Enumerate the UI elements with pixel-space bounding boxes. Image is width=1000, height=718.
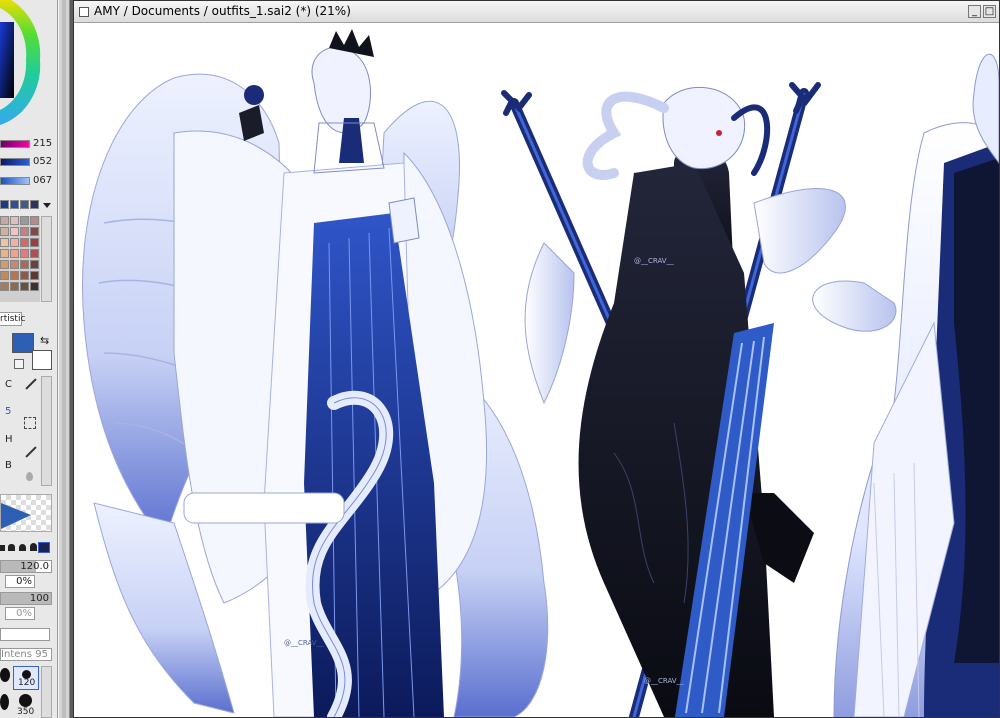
min-density-field[interactable]: 0% (5, 607, 35, 620)
brush-size-label: 350 (17, 707, 35, 717)
tool-scrollbar[interactable] (41, 376, 52, 486)
swatch[interactable] (20, 200, 29, 209)
blue-value[interactable]: 067 (33, 175, 52, 186)
brush-size-field[interactable]: 120.0 (0, 560, 52, 573)
swatch[interactable] (20, 271, 29, 280)
shortcut-key-5: 5 (5, 406, 12, 417)
eyedropper-icon[interactable] (25, 378, 37, 390)
brush-shape-preview (0, 494, 52, 532)
swatch[interactable] (10, 260, 19, 269)
watermark-text: @__CRAV__ (634, 257, 674, 265)
document-icon (79, 7, 89, 17)
transparent-color-icon[interactable] (14, 359, 24, 369)
swatch[interactable] (10, 249, 19, 258)
intensity-value: 95 (35, 649, 48, 660)
blue-slider[interactable] (0, 177, 30, 185)
swatch[interactable] (10, 227, 19, 236)
swatch[interactable] (20, 227, 29, 236)
swatch[interactable] (30, 260, 39, 269)
green-slider[interactable] (0, 158, 30, 166)
document-titlebar[interactable]: AMY / Documents / outfits_1.sai2 (*) (21… (74, 1, 999, 23)
swatch[interactable] (0, 227, 9, 236)
swatch-menu-arrow-icon[interactable] (43, 203, 51, 208)
green-value[interactable]: 052 (33, 156, 52, 167)
brush-size-scrollbar[interactable] (41, 666, 52, 718)
swatch-strip (0, 200, 40, 212)
brush-size-preset[interactable] (0, 694, 9, 710)
shortcut-key-c: C (5, 379, 12, 390)
brush-tip-shape[interactable] (0, 545, 5, 551)
swatch[interactable] (20, 238, 29, 247)
intensity-label: Intens (1, 649, 32, 660)
min-size-field[interactable]: 0% (5, 575, 35, 588)
swatch[interactable] (0, 282, 9, 291)
swatch-scrollbar[interactable] (41, 216, 52, 302)
document-window: AMY / Documents / outfits_1.sai2 (*) (21… (73, 0, 1000, 718)
tool-tab-label: rtistic (0, 314, 26, 324)
brush-size-preset[interactable] (0, 668, 10, 682)
swatch[interactable] (20, 282, 29, 291)
minimize-button[interactable]: _ (968, 5, 981, 18)
watermark-text: @__CRAV__ (644, 677, 684, 685)
swatch[interactable] (0, 216, 9, 225)
red-slider[interactable] (0, 140, 30, 148)
brush-tip-row (0, 541, 57, 555)
panel-splitter[interactable] (58, 0, 70, 718)
brush-tip-shape[interactable] (30, 543, 37, 551)
watermark-text: @__CRAV__ (284, 639, 324, 647)
swatch[interactable] (30, 238, 39, 247)
color-wheel[interactable] (0, 0, 57, 128)
swatch[interactable] (30, 249, 39, 258)
swatch[interactable] (30, 282, 39, 291)
swatch[interactable] (30, 216, 39, 225)
document-title: AMY / Documents / outfits_1.sai2 (*) (21… (94, 4, 351, 18)
maximize-button[interactable]: □ (983, 5, 996, 18)
swatch[interactable] (30, 271, 39, 280)
swatch[interactable] (0, 249, 9, 258)
left-tool-panel: 215 052 067 rtistic ⇆ C 5 H B 120.0 0% 1… (0, 0, 58, 718)
swatch-grid (0, 216, 40, 302)
shortcut-key-b: B (5, 460, 12, 471)
brush-size-dot (19, 694, 32, 707)
swatch[interactable] (10, 271, 19, 280)
primary-color-box[interactable] (12, 333, 34, 353)
brush-tip-shape-selected[interactable] (38, 542, 50, 553)
swatch[interactable] (0, 238, 9, 247)
red-value[interactable]: 215 (33, 138, 52, 149)
swatch[interactable] (20, 260, 29, 269)
swatch[interactable] (0, 260, 9, 269)
swatch[interactable] (20, 216, 29, 225)
canvas-area: AMY / Documents / outfits_1.sai2 (*) (21… (70, 0, 1000, 718)
swatch[interactable] (30, 227, 39, 236)
swatch[interactable] (10, 238, 19, 247)
secondary-color-box[interactable] (32, 350, 52, 370)
swap-colors-icon[interactable]: ⇆ (40, 334, 49, 347)
swatch[interactable] (10, 282, 19, 291)
tool-tab[interactable]: rtistic (0, 312, 26, 326)
brush-tip-shape[interactable] (8, 544, 15, 551)
swatch[interactable] (10, 216, 19, 225)
density-field[interactable]: 100 (0, 592, 52, 605)
selection-brush-icon[interactable] (24, 417, 36, 429)
swatch[interactable] (0, 200, 9, 209)
artwork-canvas[interactable]: @__CRAV__ @__CRAV__ @__CRAV__ (74, 23, 999, 717)
brush-tip-shape[interactable] (19, 544, 26, 551)
swatch[interactable] (30, 200, 39, 209)
swatch[interactable] (10, 200, 19, 209)
swatch[interactable] (0, 271, 9, 280)
intensity-field[interactable]: Intens 95 (0, 648, 52, 661)
shortcut-key-h: H (5, 434, 13, 445)
brush-size-label: 120 (18, 678, 36, 688)
brush-size-preset-selected[interactable]: 120 (13, 666, 39, 690)
blank-field[interactable] (0, 628, 50, 641)
water-drop-icon[interactable] (26, 472, 33, 481)
brush-size-preset[interactable]: 350 (13, 694, 39, 718)
swatch[interactable] (20, 249, 29, 258)
pencil-icon[interactable] (25, 446, 37, 458)
